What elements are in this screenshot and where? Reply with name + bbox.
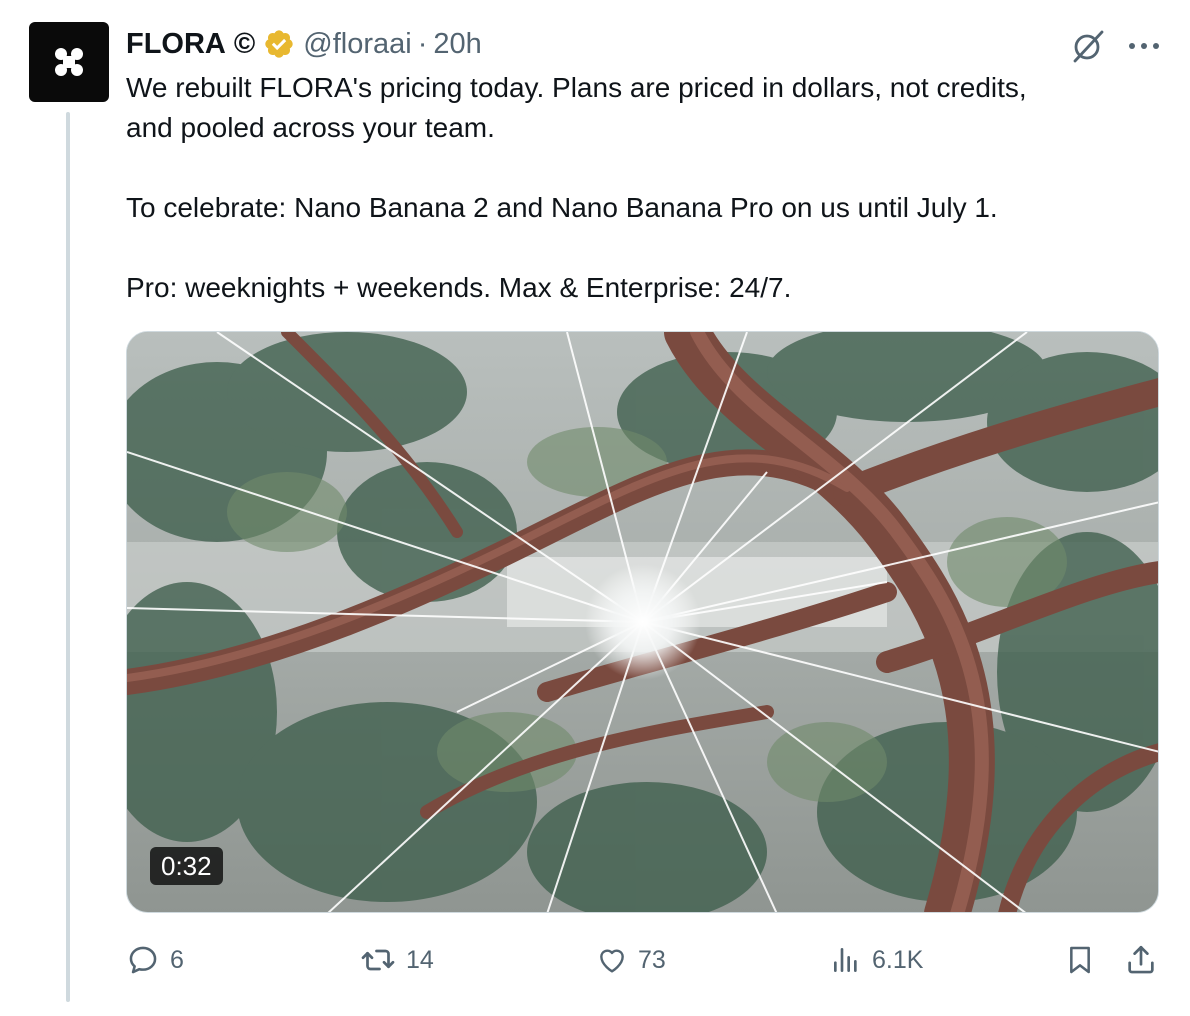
tweet-text: We rebuilt FLORA's pricing today. Plans … bbox=[126, 68, 1136, 308]
more-icon[interactable] bbox=[1128, 40, 1160, 52]
grok-icon[interactable] bbox=[1070, 28, 1106, 64]
verified-badge-icon[interactable] bbox=[263, 28, 295, 60]
repost-button[interactable]: 14 bbox=[360, 940, 434, 980]
reply-count: 6 bbox=[170, 945, 184, 974]
bookmark-button[interactable] bbox=[1064, 940, 1096, 980]
video-thumbnail bbox=[127, 332, 1158, 912]
share-button[interactable] bbox=[1124, 940, 1158, 980]
reply-icon bbox=[129, 946, 157, 974]
video-duration: 0:32 bbox=[150, 847, 223, 885]
name-symbol: © bbox=[233, 27, 256, 60]
bookmark-icon bbox=[1070, 946, 1090, 974]
avatar[interactable] bbox=[29, 22, 109, 102]
top-actions bbox=[1070, 28, 1160, 64]
views-button[interactable]: 6.1K bbox=[830, 940, 923, 980]
tweet-text-line: To celebrate: Nano Banana 2 and Nano Ban… bbox=[126, 192, 998, 223]
share-icon bbox=[1128, 945, 1154, 974]
display-name[interactable]: FLORA bbox=[126, 28, 226, 61]
flora-logo-icon bbox=[51, 44, 87, 80]
handle[interactable]: @floraai bbox=[303, 28, 411, 61]
reply-button[interactable]: 6 bbox=[126, 940, 184, 980]
tweet-text-line: We rebuilt FLORA's pricing today. Plans … bbox=[126, 72, 1027, 103]
separator-dot: · bbox=[417, 27, 428, 60]
tweet-text-line: and pooled across your team. bbox=[126, 112, 495, 143]
heart-icon bbox=[600, 949, 624, 973]
tweet-header: FLORA © @floraai · 20h bbox=[126, 24, 482, 64]
tweet-text-line: Pro: weeknights + weekends. Max & Enterp… bbox=[126, 272, 792, 303]
like-count: 73 bbox=[638, 945, 666, 974]
views-icon bbox=[834, 948, 857, 972]
repost-count: 14 bbox=[406, 945, 434, 974]
action-bar: 6 14 73 6.1K bbox=[126, 940, 1162, 980]
views-count: 6.1K bbox=[872, 945, 924, 974]
like-button[interactable]: 73 bbox=[596, 940, 666, 980]
thread-line bbox=[66, 112, 70, 1002]
repost-icon bbox=[361, 949, 395, 971]
timestamp[interactable]: 20h bbox=[433, 28, 481, 61]
video-player[interactable]: 0:32 bbox=[126, 331, 1159, 913]
